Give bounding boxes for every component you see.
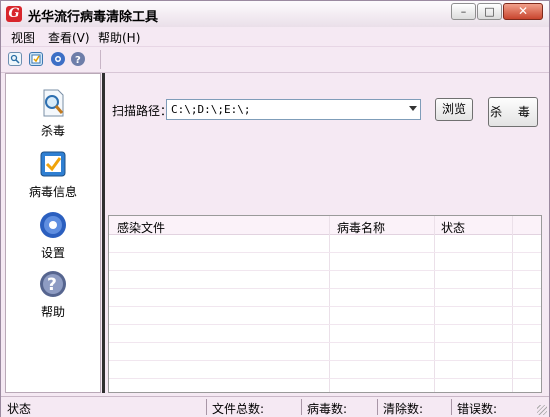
title-bar[interactable]: G 光华流行病毒清除工具 – □ ✕: [1, 1, 549, 28]
browse-button[interactable]: 浏览: [435, 98, 473, 121]
column-divider: [329, 216, 330, 392]
row-gridline: [109, 288, 541, 289]
column-header-virus-name[interactable]: 病毒名称: [337, 219, 385, 236]
scan-doc-icon[interactable]: [8, 52, 22, 66]
chevron-down-icon[interactable]: [409, 106, 417, 111]
svg-text:?: ?: [75, 55, 81, 66]
status-virus-count: 病毒数:: [307, 402, 348, 416]
sidebar-item-settings[interactable]: 设置: [6, 210, 100, 261]
virus-info-icon: [38, 149, 68, 179]
scan-path-label: 扫描路径：: [112, 104, 173, 118]
column-header-infected-file[interactable]: 感染文件: [117, 219, 165, 236]
sidebar-label: 设置: [40, 246, 65, 260]
menu-bar: 视图 查看(V) 帮助(H): [1, 27, 549, 46]
toolbar-divider: [100, 50, 101, 69]
help-icon: ?: [38, 269, 68, 299]
table-header: 感染文件 病毒名称 状态: [109, 216, 541, 235]
main-panel: 扫描路径： C:\;D:\;E:\; 浏览 杀 毒 感染文件 病毒名称 状态: [105, 73, 545, 393]
toolbar: ?: [1, 46, 549, 73]
row-gridline: [109, 324, 541, 325]
menu-help[interactable]: 帮助(H): [98, 29, 140, 46]
virus-info-icon[interactable]: [29, 52, 43, 66]
column-divider: [512, 216, 513, 392]
help-icon[interactable]: ?: [71, 52, 85, 66]
svg-text:?: ?: [47, 275, 57, 295]
maximize-icon: □: [484, 5, 495, 18]
row-gridline: [109, 378, 541, 379]
status-error-count: 错误数:: [457, 402, 498, 416]
row-gridline: [109, 306, 541, 307]
minimize-button[interactable]: –: [451, 3, 476, 20]
kill-virus-button[interactable]: 杀 毒: [488, 97, 538, 127]
sidebar: 杀毒 病毒信息 设置 ? 帮助: [5, 73, 101, 393]
window-title: 光华流行病毒清除工具: [28, 10, 159, 25]
status-total-files: 文件总数:: [212, 402, 265, 416]
column-header-status[interactable]: 状态: [441, 219, 465, 236]
maximize-button[interactable]: □: [477, 3, 502, 20]
app-window: G 光华流行病毒清除工具 – □ ✕ 视图 查看(V) 帮助(H) ? 杀毒 病…: [0, 0, 550, 417]
scan-path-combobox[interactable]: C:\;D:\;E:\;: [166, 99, 421, 120]
row-gridline: [109, 252, 541, 253]
status-state: 状态: [7, 402, 32, 416]
row-gridline: [109, 342, 541, 343]
sidebar-item-help[interactable]: ? 帮助: [6, 269, 100, 320]
sidebar-label: 病毒信息: [28, 185, 77, 199]
sidebar-item-virus-info[interactable]: 病毒信息: [6, 149, 100, 200]
sidebar-label: 杀毒: [40, 124, 65, 138]
scan-path-value: C:\;D:\;E:\;: [171, 103, 251, 116]
status-cleaned-count: 清除数:: [383, 402, 424, 416]
status-separator: [377, 399, 378, 415]
status-separator: [451, 399, 452, 415]
row-gridline: [109, 270, 541, 271]
close-button[interactable]: ✕: [503, 3, 543, 20]
settings-gear-icon[interactable]: [51, 52, 65, 66]
results-table[interactable]: 感染文件 病毒名称 状态: [108, 215, 542, 393]
gear-icon: [38, 210, 68, 240]
resize-grip-icon[interactable]: [537, 405, 547, 415]
menu-look[interactable]: 查看(V): [48, 29, 90, 46]
minimize-icon: –: [460, 5, 467, 18]
magnifier-doc-icon: [38, 88, 68, 118]
app-logo-icon: G: [6, 6, 22, 22]
status-separator: [206, 399, 207, 415]
sidebar-item-scan[interactable]: 杀毒: [6, 88, 100, 139]
close-icon: ✕: [517, 4, 529, 18]
sidebar-label: 帮助: [40, 305, 65, 319]
menu-view[interactable]: 视图: [11, 29, 35, 46]
status-separator: [301, 399, 302, 415]
row-gridline: [109, 360, 541, 361]
status-bar: 状态 文件总数: 病毒数: 清除数: 错误数:: [1, 396, 549, 417]
column-divider: [434, 216, 435, 392]
